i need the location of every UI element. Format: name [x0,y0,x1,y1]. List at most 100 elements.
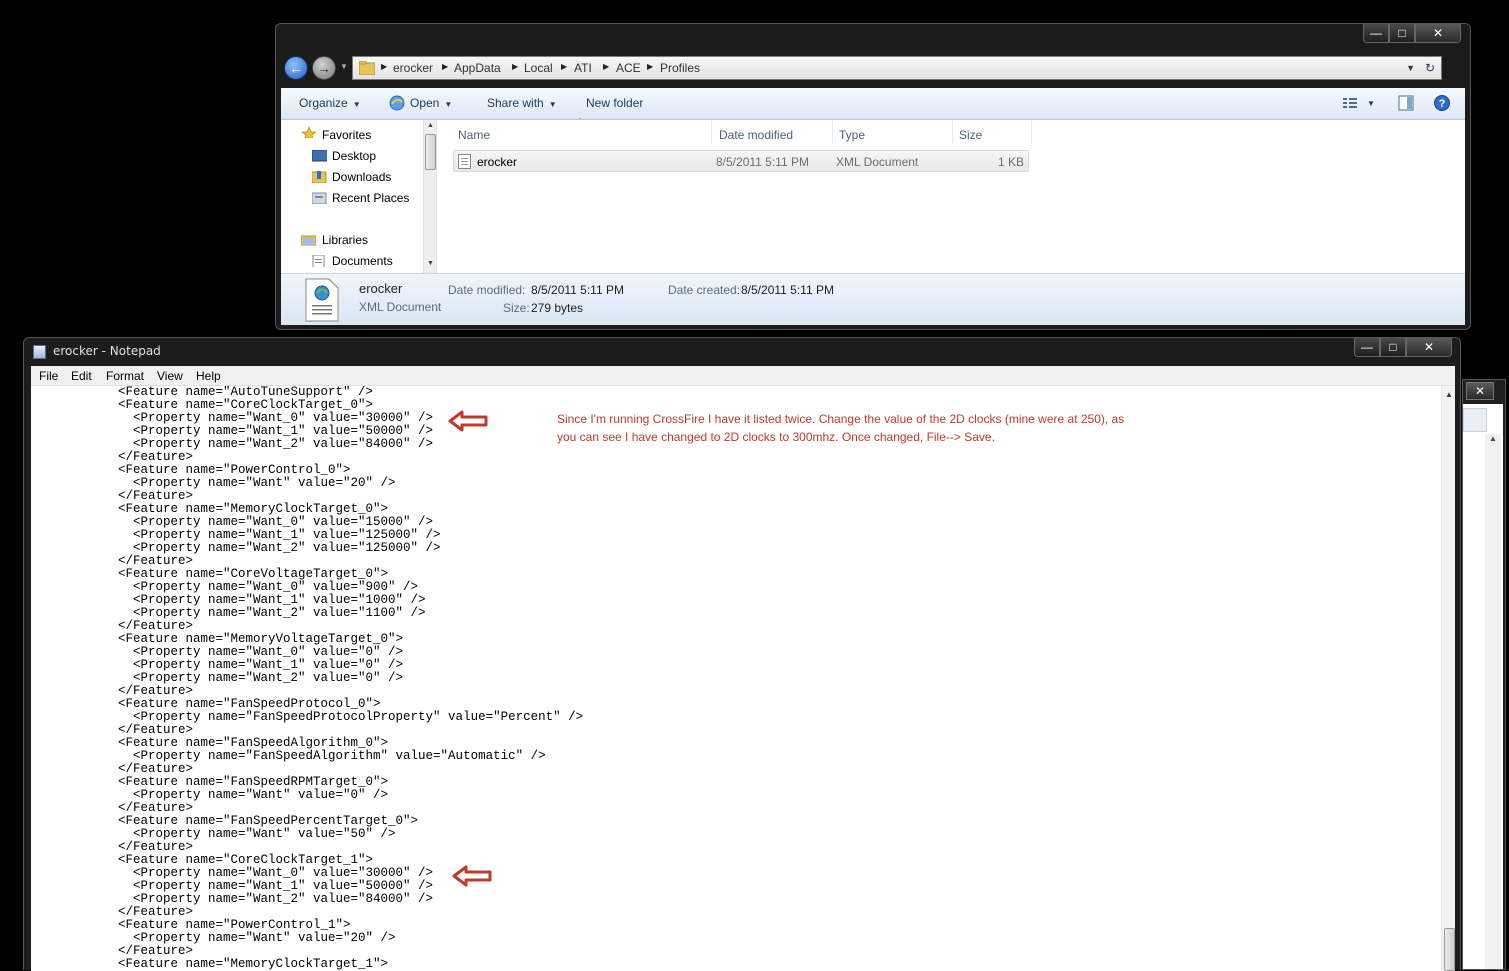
text-editor[interactable]: <Feature name="AutoTuneSupport" /> <Feat… [31,386,1455,971]
breadcrumb-separator-icon: ▶ [512,62,519,71]
organize-label: Organize [299,96,348,110]
scroll-up-icon[interactable]: ▲ [1489,434,1497,443]
file-name: erocker [477,155,518,169]
breadcrumb-erocker[interactable]: erocker [393,61,433,75]
details-file-name: erocker [359,281,403,296]
open-icon [389,95,405,111]
menu-file[interactable]: File [39,369,58,383]
breadcrumb-separator-icon: ▶ [603,62,610,71]
annotation-note: Since I'm running CrossFire I have it li… [557,412,1125,444]
nav-desktop[interactable]: Desktop [332,149,376,163]
scroll-down-icon[interactable]: ▼ [427,260,434,267]
nav-scrollbar[interactable]: ▲ ▼ [423,120,436,273]
menu-bar: File Edit Format View Help [31,366,1455,386]
refresh-icon[interactable]: ↻ [1421,59,1439,77]
open-button[interactable]: Open ▼ [410,96,452,110]
svg-text:?: ? [1439,98,1446,110]
editor-content[interactable]: <Feature name="AutoTuneSupport" /> <Feat… [73,386,583,971]
column-divider[interactable] [1031,120,1032,144]
recent-places-icon [312,192,327,204]
column-header-size[interactable]: Size [959,128,982,142]
column-header-date-modified[interactable]: Date modified [719,128,793,142]
notepad-maximize-button[interactable]: □ [1380,338,1406,357]
file-list: ˆ Name Date modified Type Size erocker 8… [437,117,1465,273]
address-bar[interactable]: ▶ erocker ▶ AppData ▶ Local ▶ ATI ▶ ACE … [352,56,1442,80]
notepad-close-button[interactable]: ✕ [1406,338,1452,357]
help-icon[interactable]: ? [1434,95,1450,111]
file-row[interactable]: erocker 8/5/2011 5:11 PM XML Document 1 … [453,150,1029,172]
red-left-arrow-icon [448,410,488,432]
notepad-minimize-button[interactable]: — [1354,338,1380,357]
menu-edit[interactable]: Edit [71,369,92,383]
breadcrumb-local[interactable]: Local [524,61,553,75]
column-divider[interactable] [832,120,833,144]
details-date-modified: 8/5/2011 5:11 PM [531,283,624,297]
view-options-icon[interactable] [1342,95,1358,111]
explorer-minimize-button[interactable]: — [1363,24,1389,43]
column-divider[interactable] [952,120,953,144]
breadcrumb-ati[interactable]: ATI [574,61,592,75]
column-divider[interactable] [711,120,712,144]
details-date-created-label: Date created: [668,283,741,297]
back-arrow-icon[interactable]: ← [284,56,308,80]
forward-arrow-icon[interactable]: → [312,56,336,80]
breadcrumb-ace[interactable]: ACE [616,61,641,75]
details-file-type: XML Document [359,300,442,314]
breadcrumb-separator-icon: ▶ [381,62,388,71]
background-scrollbar[interactable]: ▲ [1485,434,1501,969]
background-window-body: ▲ [1463,404,1503,969]
documents-icon [312,255,325,267]
nav-favorites[interactable]: Favorites [322,128,371,142]
scroll-up-icon[interactable]: ▲ [427,122,434,129]
column-header-type[interactable]: Type [839,128,865,142]
address-dropdown-icon[interactable]: ▼ [1406,63,1415,73]
folder-icon [359,61,375,75]
editor-scroll-thumb[interactable] [1444,928,1455,971]
scroll-up-icon[interactable]: ▲ [1445,390,1453,399]
command-toolbar: Organize ▼ Open ▼ Share with ▼ New folder ▼… [281,88,1465,120]
share-with-button[interactable]: Share with ▼ [487,96,557,110]
nav-documents[interactable]: Documents [332,254,393,268]
file-type: XML Document [836,155,919,169]
share-with-label: Share with [487,96,544,110]
background-window: ✕ ▲ [1462,379,1506,970]
breadcrumb-separator-icon: ▶ [647,62,654,71]
explorer-close-button[interactable]: ✕ [1415,24,1461,43]
details-size: 279 bytes [531,301,584,315]
recent-pages-dropdown-icon[interactable]: ▼ [340,62,348,71]
navigation-pane: Favorites Desktop Downloads Recent Place… [281,120,437,273]
menu-view[interactable]: View [157,369,183,383]
details-date-modified-label: Date modified: [448,283,526,297]
menu-help[interactable]: Help [196,369,221,383]
libraries-icon [301,235,316,246]
background-window-tab [1463,408,1487,432]
editor-scrollbar[interactable]: ▲ [1441,386,1455,971]
column-header-name[interactable]: Name [458,128,490,142]
file-date-modified: 8/5/2011 5:11 PM [716,155,809,169]
explorer-maximize-button[interactable]: □ [1389,24,1415,43]
organize-button[interactable]: Organize ▼ [299,96,361,110]
menu-format[interactable]: Format [106,369,144,383]
chevron-down-icon: ▼ [352,100,361,109]
chevron-down-icon: ▼ [548,100,557,109]
preview-pane-icon[interactable] [1398,95,1414,111]
breadcrumb-appdata[interactable]: AppData [454,61,501,75]
xml-document-icon [305,278,339,322]
star-icon [301,126,316,138]
nav-downloads[interactable]: Downloads [332,170,391,184]
breadcrumb-separator-icon: ▶ [442,62,449,71]
details-pane: erocker XML Document Date modified: 8/5/… [281,273,1465,325]
details-date-created: 8/5/2011 5:11 PM [741,283,834,297]
nav-recent-places[interactable]: Recent Places [332,191,409,205]
nav-scroll-thumb[interactable] [425,134,436,170]
background-close-button[interactable]: ✕ [1466,382,1494,400]
chevron-down-icon: ▼ [444,100,453,109]
view-dropdown-icon[interactable]: ▼ [1367,99,1375,108]
breadcrumb-profiles[interactable]: Profiles [660,61,700,75]
new-folder-button[interactable]: New folder [586,96,643,110]
downloads-folder-icon [312,171,327,183]
open-label: Open [410,96,440,110]
window-title: erocker - Notepad [53,344,161,358]
details-size-label: Size: [503,301,530,315]
nav-libraries[interactable]: Libraries [322,233,368,247]
